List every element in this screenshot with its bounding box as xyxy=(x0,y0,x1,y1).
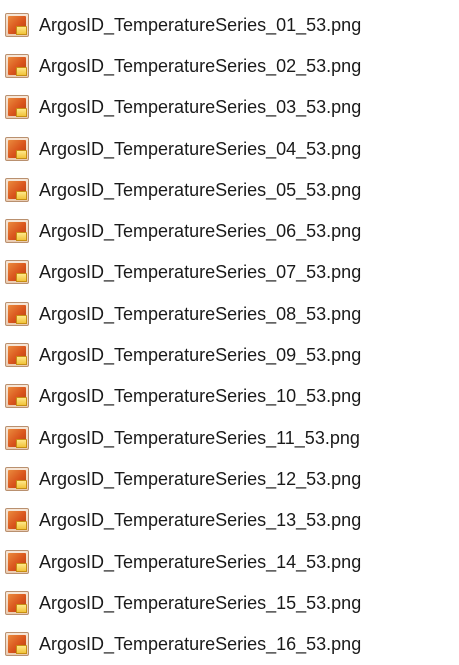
file-name: ArgosID_TemperatureSeries_05_53.png xyxy=(39,179,362,200)
file-item[interactable]: ArgosID_TemperatureSeries_02_53.png xyxy=(5,45,459,86)
file-name: ArgosID_TemperatureSeries_06_53.png xyxy=(39,221,362,242)
file-name: ArgosID_TemperatureSeries_15_53.png xyxy=(39,592,362,613)
file-name: ArgosID_TemperatureSeries_04_53.png xyxy=(39,138,362,159)
file-name: ArgosID_TemperatureSeries_01_53.png xyxy=(39,14,362,35)
file-item[interactable]: ArgosID_TemperatureSeries_09_53.png xyxy=(5,334,459,375)
file-name: ArgosID_TemperatureSeries_07_53.png xyxy=(39,262,362,283)
file-item[interactable]: ArgosID_TemperatureSeries_05_53.png xyxy=(5,169,459,210)
file-name: ArgosID_TemperatureSeries_14_53.png xyxy=(39,551,362,572)
file-name: ArgosID_TemperatureSeries_12_53.png xyxy=(39,468,362,489)
image-file-icon xyxy=(5,343,29,368)
file-item[interactable]: ArgosID_TemperatureSeries_16_53.png xyxy=(5,623,459,664)
file-item[interactable]: ArgosID_TemperatureSeries_04_53.png xyxy=(5,128,459,169)
image-file-icon xyxy=(5,95,29,120)
image-file-icon xyxy=(5,549,29,574)
image-file-icon xyxy=(5,632,29,657)
file-item[interactable]: ArgosID_TemperatureSeries_15_53.png xyxy=(5,582,459,623)
file-name: ArgosID_TemperatureSeries_11_53.png xyxy=(39,427,360,448)
file-item[interactable]: ArgosID_TemperatureSeries_07_53.png xyxy=(5,252,459,293)
image-file-icon xyxy=(5,590,29,615)
image-file-icon xyxy=(5,136,29,161)
image-file-icon xyxy=(5,508,29,533)
file-name: ArgosID_TemperatureSeries_10_53.png xyxy=(39,386,362,407)
file-item[interactable]: ArgosID_TemperatureSeries_10_53.png xyxy=(5,376,459,417)
file-item[interactable]: ArgosID_TemperatureSeries_01_53.png xyxy=(5,4,459,45)
image-file-icon xyxy=(5,301,29,326)
file-item[interactable]: ArgosID_TemperatureSeries_11_53.png xyxy=(5,417,459,458)
image-file-icon xyxy=(5,177,29,202)
file-name: ArgosID_TemperatureSeries_09_53.png xyxy=(39,345,362,366)
image-file-icon xyxy=(5,466,29,491)
file-item[interactable]: ArgosID_TemperatureSeries_06_53.png xyxy=(5,210,459,251)
file-item[interactable]: ArgosID_TemperatureSeries_14_53.png xyxy=(5,541,459,582)
file-item[interactable]: ArgosID_TemperatureSeries_12_53.png xyxy=(5,458,459,499)
file-item[interactable]: ArgosID_TemperatureSeries_03_53.png xyxy=(5,87,459,128)
image-file-icon xyxy=(5,53,29,78)
file-name: ArgosID_TemperatureSeries_08_53.png xyxy=(39,303,362,324)
file-item[interactable]: ArgosID_TemperatureSeries_13_53.png xyxy=(5,500,459,541)
image-file-icon xyxy=(5,260,29,285)
image-file-icon xyxy=(5,12,29,37)
file-name: ArgosID_TemperatureSeries_02_53.png xyxy=(39,55,362,76)
image-file-icon xyxy=(5,425,29,450)
file-name: ArgosID_TemperatureSeries_16_53.png xyxy=(39,634,362,655)
file-name: ArgosID_TemperatureSeries_13_53.png xyxy=(39,510,362,531)
file-list: ArgosID_TemperatureSeries_01_53.png Argo… xyxy=(0,0,459,665)
image-file-icon xyxy=(5,384,29,409)
file-item[interactable]: ArgosID_TemperatureSeries_08_53.png xyxy=(5,293,459,334)
file-name: ArgosID_TemperatureSeries_03_53.png xyxy=(39,97,362,118)
image-file-icon xyxy=(5,219,29,244)
